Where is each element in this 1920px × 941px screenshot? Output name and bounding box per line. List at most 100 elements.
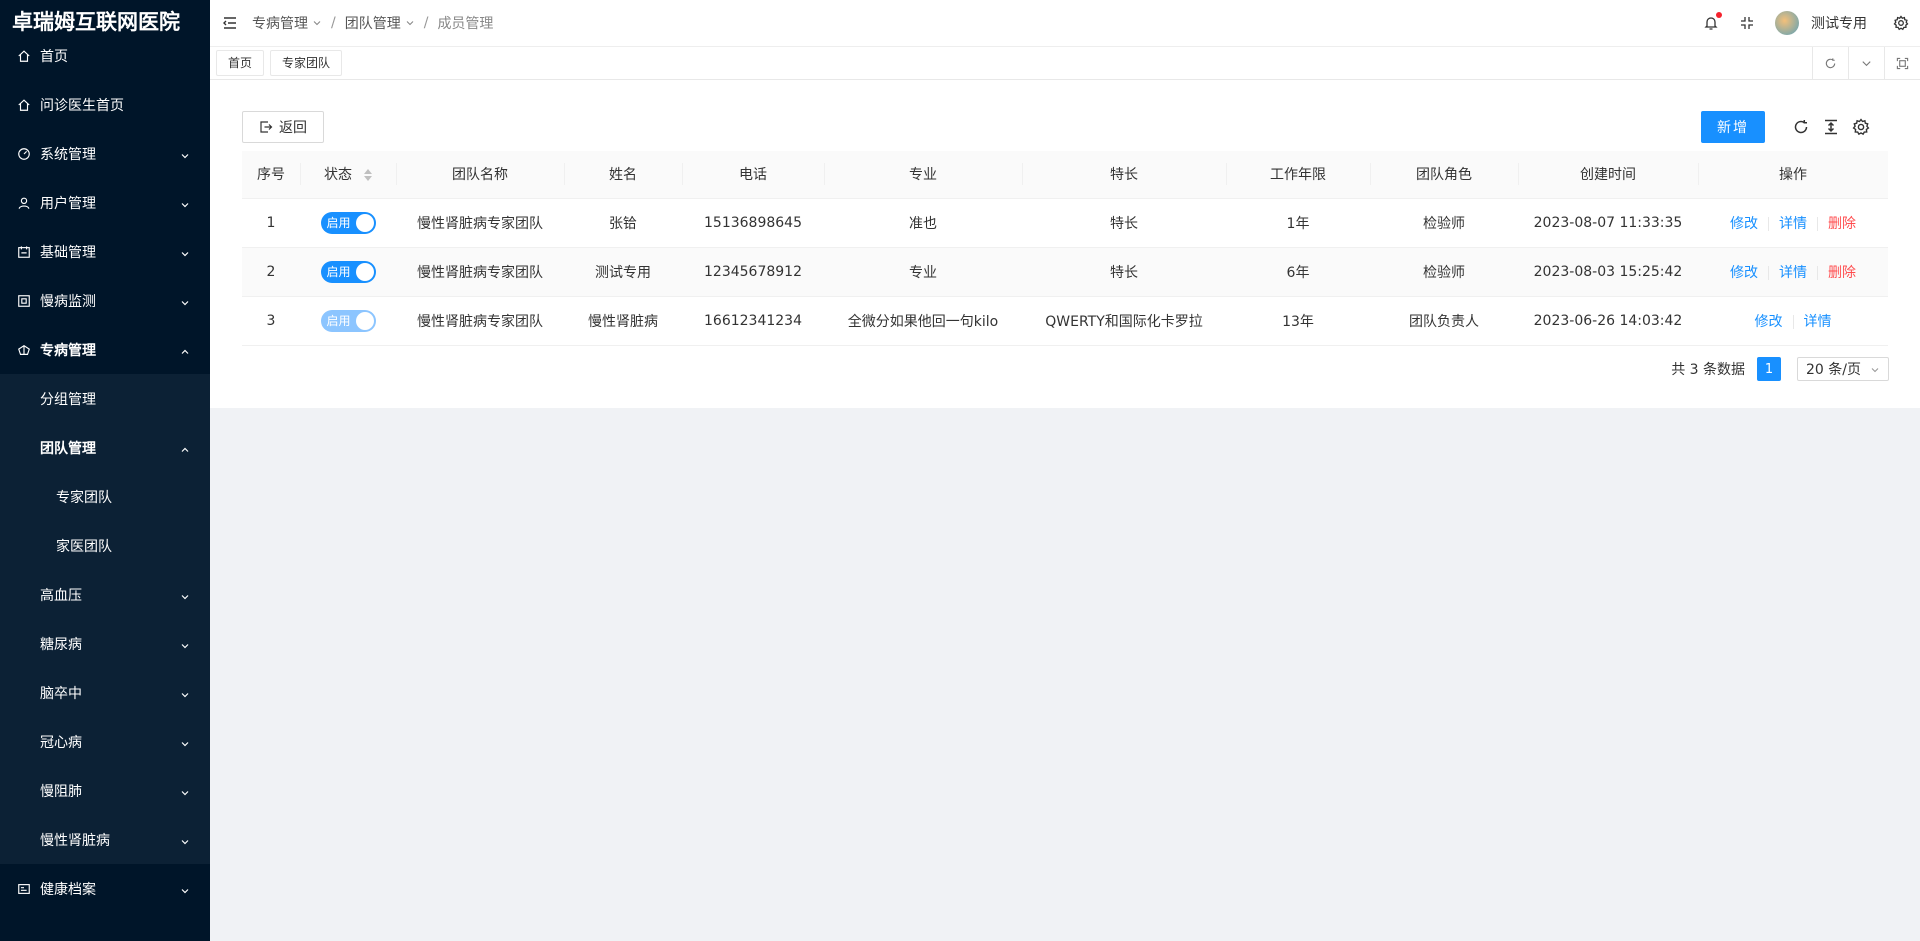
sidebar-item-system[interactable]: 系统管理 bbox=[0, 129, 210, 178]
expand-icon[interactable] bbox=[1884, 46, 1920, 80]
sidebar-item-chronic-monitor[interactable]: 慢病监测 bbox=[0, 276, 210, 325]
gear-icon[interactable] bbox=[1892, 14, 1910, 32]
add-button[interactable]: 新增 bbox=[1701, 111, 1765, 143]
reload-icon[interactable] bbox=[1790, 116, 1812, 138]
edit-link[interactable]: 修改 bbox=[1755, 314, 1783, 330]
table-row: 3 启用 慢性肾脏病专家团队 慢性肾脏病 16612341234 全微分如果他回… bbox=[242, 296, 1888, 346]
chevron-down-icon bbox=[180, 786, 190, 796]
gift-icon bbox=[17, 343, 31, 357]
chevron-down-icon bbox=[180, 639, 190, 649]
column-height-icon[interactable] bbox=[1820, 116, 1842, 138]
cell-role: 团队负责人 bbox=[1370, 296, 1518, 346]
chevron-down-icon bbox=[180, 590, 190, 600]
sidebar-item-stroke[interactable]: 脑卒中 bbox=[0, 668, 210, 717]
detail-link[interactable]: 详情 bbox=[1779, 216, 1807, 232]
sidebar-item-special-disease[interactable]: 专病管理 bbox=[0, 325, 210, 374]
breadcrumb-item-current: 成员管理 bbox=[437, 16, 494, 32]
sidebar-item-team-manage[interactable]: 团队管理 bbox=[0, 423, 210, 472]
table-header-row: 序号 状态 团队名称 姓名 电话 专业 特长 工作年限 团队角色 创建时间 操作 bbox=[242, 151, 1888, 199]
sidebar-item-users[interactable]: 用户管理 bbox=[0, 178, 210, 227]
id-card-icon bbox=[17, 882, 31, 896]
page-number[interactable]: 1 bbox=[1757, 357, 1781, 381]
edit-link[interactable]: 修改 bbox=[1730, 265, 1758, 281]
sidebar-item-family-team[interactable]: 家医团队 bbox=[0, 521, 210, 570]
tab-expert-team[interactable]: 专家团队 bbox=[270, 50, 343, 76]
cell-role: 检验师 bbox=[1370, 247, 1518, 297]
cell-specialty: 特长 bbox=[1022, 198, 1226, 248]
reload-icon[interactable] bbox=[1812, 46, 1848, 80]
cell-name: 测试专用 bbox=[564, 247, 682, 297]
chevron-down-icon[interactable] bbox=[1848, 46, 1884, 80]
chevron-down-icon bbox=[180, 198, 190, 208]
cell-status: 启用 bbox=[300, 296, 396, 346]
user-icon bbox=[17, 196, 31, 210]
column-header: 姓名 bbox=[564, 151, 682, 199]
sidebar-item-label: 团队管理 bbox=[40, 440, 96, 457]
cell-major: 全微分如果他回一句kilo bbox=[824, 296, 1022, 346]
breadcrumb-item[interactable]: 专病管理 bbox=[252, 13, 322, 33]
fullscreen-icon[interactable] bbox=[1738, 14, 1756, 32]
column-header: 专业 bbox=[824, 151, 1022, 199]
delete-link[interactable]: 删除 bbox=[1828, 265, 1856, 281]
cell-actions: 修改 详情 删除 bbox=[1698, 198, 1888, 248]
chevron-down-icon bbox=[180, 247, 190, 257]
detail-link[interactable]: 详情 bbox=[1779, 265, 1807, 281]
cell-phone: 12345678912 bbox=[682, 247, 824, 297]
edit-link[interactable]: 修改 bbox=[1730, 216, 1758, 232]
sidebar-item-expert-team[interactable]: 专家团队 bbox=[0, 472, 210, 521]
top-header: 专病管理 / 团队管理 / 成员管理 测试专用 bbox=[210, 0, 1920, 47]
chevron-down-icon bbox=[180, 688, 190, 698]
page-size-select[interactable]: 20 条/页 bbox=[1797, 357, 1889, 381]
sidebar-item-label: 冠心病 bbox=[40, 734, 82, 751]
bell-icon[interactable] bbox=[1702, 12, 1722, 32]
column-header: 特长 bbox=[1022, 151, 1226, 199]
sidebar-item-label: 分组管理 bbox=[40, 391, 96, 408]
sidebar-item-hypertension[interactable]: 高血压 bbox=[0, 570, 210, 619]
tab-home[interactable]: 首页 bbox=[216, 50, 265, 76]
sidebar-item-label: 系统管理 bbox=[40, 146, 96, 163]
sidebar-item-copd[interactable]: 慢阻肺 bbox=[0, 766, 210, 815]
cell-role: 检验师 bbox=[1370, 198, 1518, 248]
column-header: 团队名称 bbox=[396, 151, 564, 199]
sidebar-item-diabetes[interactable]: 糖尿病 bbox=[0, 619, 210, 668]
sidebar-item-health-record[interactable]: 健康档案 bbox=[0, 864, 210, 913]
delete-link[interactable]: 删除 bbox=[1828, 216, 1856, 232]
breadcrumb: 专病管理 / 团队管理 / 成员管理 bbox=[252, 13, 493, 33]
home-icon bbox=[17, 98, 31, 112]
sidebar-item-group-manage[interactable]: 分组管理 bbox=[0, 374, 210, 423]
sidebar-item-label: 高血压 bbox=[40, 587, 82, 604]
setting-icon[interactable] bbox=[1850, 116, 1872, 138]
sidebar-item-doctor-home[interactable]: 问诊医生首页 bbox=[0, 80, 210, 129]
column-header-status[interactable]: 状态 bbox=[300, 151, 396, 199]
column-header: 操作 bbox=[1698, 151, 1888, 199]
user-name[interactable]: 测试专用 bbox=[1811, 13, 1867, 33]
status-switch: 启用 bbox=[320, 309, 376, 332]
status-switch[interactable]: 启用 bbox=[320, 211, 376, 234]
breadcrumb-item[interactable]: 团队管理 bbox=[345, 13, 415, 33]
sidebar-item-ckd[interactable]: 慢性肾脏病 bbox=[0, 815, 210, 864]
status-switch[interactable]: 启用 bbox=[320, 260, 376, 283]
notification-dot bbox=[1716, 12, 1722, 18]
sidebar-item-label: 健康档案 bbox=[40, 881, 96, 898]
back-button[interactable]: 返回 bbox=[242, 111, 324, 143]
table-row: 1 启用 慢性肾脏病专家团队 张铪 15136898645 准也 特长 1年 检… bbox=[242, 198, 1888, 248]
main-card: 返回 新增 序号 状态 团队名称 姓名 电话 专业 特长 工作年限 团队角色 创… bbox=[210, 80, 1920, 408]
sidebar-item-chd[interactable]: 冠心病 bbox=[0, 717, 210, 766]
chevron-down-icon bbox=[313, 21, 321, 26]
chevron-down-icon bbox=[180, 737, 190, 747]
cell-specialty: 特长 bbox=[1022, 247, 1226, 297]
cell-team: 慢性肾脏病专家团队 bbox=[396, 247, 564, 297]
page-size-value: 20 条/页 bbox=[1806, 362, 1861, 378]
sidebar-item-label: 脑卒中 bbox=[40, 685, 82, 702]
table-tools bbox=[1790, 116, 1880, 138]
menu-fold-icon[interactable] bbox=[222, 15, 238, 31]
sidebar-item-label: 专家团队 bbox=[56, 489, 112, 506]
sort-icon[interactable] bbox=[364, 169, 372, 182]
avatar[interactable] bbox=[1775, 11, 1799, 35]
sidebar: 卓瑞姆互联网医院 首页 问诊医生首页 系统管理 用户管理 基础管理 慢病监测 专… bbox=[0, 0, 210, 941]
sidebar-item-label: 首页 bbox=[40, 48, 68, 65]
sidebar-item-basic[interactable]: 基础管理 bbox=[0, 227, 210, 276]
detail-link[interactable]: 详情 bbox=[1804, 314, 1832, 330]
sidebar-item-home[interactable]: 首页 bbox=[0, 31, 210, 80]
monitor-icon bbox=[17, 294, 31, 308]
